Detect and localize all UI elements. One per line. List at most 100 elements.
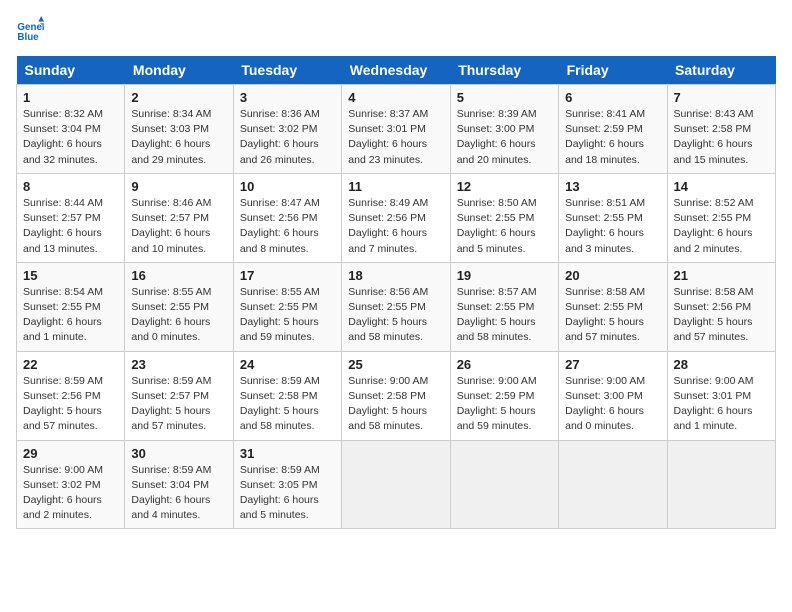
calendar-cell: 17 Sunrise: 8:55 AM Sunset: 2:55 PM Dayli… [233,262,341,351]
day-info: Sunrise: 8:56 AM Sunset: 2:55 PM Dayligh… [348,285,443,346]
page-header: General Blue [16,16,776,44]
day-number: 20 [565,268,660,283]
day-number: 29 [23,446,118,461]
day-number: 25 [348,357,443,372]
day-number: 6 [565,90,660,105]
day-info: Sunrise: 9:00 AM Sunset: 3:02 PM Dayligh… [23,463,118,524]
day-info: Sunrise: 8:43 AM Sunset: 2:58 PM Dayligh… [674,107,769,168]
week-row-1: 1Sunrise: 8:32 AM Sunset: 3:04 PM Daylig… [17,85,776,174]
calendar-cell: 7 Sunrise: 8:43 AM Sunset: 2:58 PM Daylig… [667,85,775,174]
day-number: 21 [674,268,769,283]
calendar-cell: 15 Sunrise: 8:54 AM Sunset: 2:55 PM Dayli… [17,262,125,351]
day-number: 22 [23,357,118,372]
weekday-header-friday: Friday [559,56,667,85]
day-info: Sunrise: 8:39 AM Sunset: 3:00 PM Dayligh… [457,107,552,168]
weekday-row: SundayMondayTuesdayWednesdayThursdayFrid… [17,56,776,85]
calendar-cell: 28 Sunrise: 9:00 AM Sunset: 3:01 PM Dayli… [667,351,775,440]
day-info: Sunrise: 9:00 AM Sunset: 3:00 PM Dayligh… [565,374,660,435]
calendar-cell: 5 Sunrise: 8:39 AM Sunset: 3:00 PM Daylig… [450,85,558,174]
day-info: Sunrise: 8:34 AM Sunset: 3:03 PM Dayligh… [131,107,226,168]
week-row-3: 15 Sunrise: 8:54 AM Sunset: 2:55 PM Dayli… [17,262,776,351]
day-number: 10 [240,179,335,194]
calendar-cell: 10Sunrise: 8:47 AM Sunset: 2:56 PM Dayli… [233,173,341,262]
calendar-cell: 26Sunrise: 9:00 AM Sunset: 2:59 PM Dayli… [450,351,558,440]
calendar-cell: 4 Sunrise: 8:37 AM Sunset: 3:01 PM Daylig… [342,85,450,174]
calendar-cell: 23Sunrise: 8:59 AM Sunset: 2:57 PM Dayli… [125,351,233,440]
week-row-5: 29 Sunrise: 9:00 AM Sunset: 3:02 PM Dayli… [17,440,776,529]
week-row-2: 8Sunrise: 8:44 AM Sunset: 2:57 PM Daylig… [17,173,776,262]
calendar-cell: 24 Sunrise: 8:59 AM Sunset: 2:58 PM Dayli… [233,351,341,440]
calendar-cell: 14 Sunrise: 8:52 AM Sunset: 2:55 PM Dayli… [667,173,775,262]
calendar-cell: 21 Sunrise: 8:58 AM Sunset: 2:56 PM Dayli… [667,262,775,351]
calendar-cell: 16 Sunrise: 8:55 AM Sunset: 2:55 PM Dayli… [125,262,233,351]
calendar-cell: 1Sunrise: 8:32 AM Sunset: 3:04 PM Daylig… [17,85,125,174]
day-number: 18 [348,268,443,283]
day-info: Sunrise: 8:46 AM Sunset: 2:57 PM Dayligh… [131,196,226,257]
day-info: Sunrise: 8:37 AM Sunset: 3:01 PM Dayligh… [348,107,443,168]
day-info: Sunrise: 8:50 AM Sunset: 2:55 PM Dayligh… [457,196,552,257]
logo: General Blue [16,16,48,44]
day-number: 24 [240,357,335,372]
weekday-header-monday: Monday [125,56,233,85]
day-number: 2 [131,90,226,105]
weekday-header-sunday: Sunday [17,56,125,85]
day-number: 27 [565,357,660,372]
day-info: Sunrise: 8:57 AM Sunset: 2:55 PM Dayligh… [457,285,552,346]
day-info: Sunrise: 8:54 AM Sunset: 2:55 PM Dayligh… [23,285,118,346]
day-info: Sunrise: 8:52 AM Sunset: 2:55 PM Dayligh… [674,196,769,257]
day-number: 3 [240,90,335,105]
calendar-cell: 22 Sunrise: 8:59 AM Sunset: 2:56 PM Dayli… [17,351,125,440]
day-number: 12 [457,179,552,194]
calendar-cell: 20 Sunrise: 8:58 AM Sunset: 2:55 PM Dayli… [559,262,667,351]
day-info: Sunrise: 8:59 AM Sunset: 2:56 PM Dayligh… [23,374,118,435]
calendar-cell [450,440,558,529]
calendar-cell: 13Sunrise: 8:51 AM Sunset: 2:55 PM Dayli… [559,173,667,262]
calendar-table: SundayMondayTuesdayWednesdayThursdayFrid… [16,56,776,529]
day-info: Sunrise: 8:59 AM Sunset: 2:57 PM Dayligh… [131,374,226,435]
day-number: 11 [348,179,443,194]
calendar-cell: 3Sunrise: 8:36 AM Sunset: 3:02 PM Daylig… [233,85,341,174]
day-number: 7 [674,90,769,105]
day-info: Sunrise: 8:58 AM Sunset: 2:56 PM Dayligh… [674,285,769,346]
calendar-cell: 11 Sunrise: 8:49 AM Sunset: 2:56 PM Dayli… [342,173,450,262]
calendar-cell: 12 Sunrise: 8:50 AM Sunset: 2:55 PM Dayli… [450,173,558,262]
day-info: Sunrise: 8:59 AM Sunset: 2:58 PM Dayligh… [240,374,335,435]
day-info: Sunrise: 8:55 AM Sunset: 2:55 PM Dayligh… [240,285,335,346]
logo-icon: General Blue [16,16,44,44]
calendar-cell: 27 Sunrise: 9:00 AM Sunset: 3:00 PM Dayli… [559,351,667,440]
calendar-header: SundayMondayTuesdayWednesdayThursdayFrid… [17,56,776,85]
day-number: 15 [23,268,118,283]
day-info: Sunrise: 8:55 AM Sunset: 2:55 PM Dayligh… [131,285,226,346]
calendar-cell: 8Sunrise: 8:44 AM Sunset: 2:57 PM Daylig… [17,173,125,262]
weekday-header-wednesday: Wednesday [342,56,450,85]
day-number: 16 [131,268,226,283]
day-number: 30 [131,446,226,461]
calendar-cell [559,440,667,529]
day-info: Sunrise: 8:49 AM Sunset: 2:56 PM Dayligh… [348,196,443,257]
day-number: 5 [457,90,552,105]
calendar-cell: 6 Sunrise: 8:41 AM Sunset: 2:59 PM Daylig… [559,85,667,174]
calendar-cell: 2 Sunrise: 8:34 AM Sunset: 3:03 PM Daylig… [125,85,233,174]
weekday-header-thursday: Thursday [450,56,558,85]
calendar-cell: 31Sunrise: 8:59 AM Sunset: 3:05 PM Dayli… [233,440,341,529]
calendar-cell: 19 Sunrise: 8:57 AM Sunset: 2:55 PM Dayli… [450,262,558,351]
day-info: Sunrise: 8:51 AM Sunset: 2:55 PM Dayligh… [565,196,660,257]
day-info: Sunrise: 8:41 AM Sunset: 2:59 PM Dayligh… [565,107,660,168]
day-info: Sunrise: 9:00 AM Sunset: 2:58 PM Dayligh… [348,374,443,435]
day-info: Sunrise: 8:58 AM Sunset: 2:55 PM Dayligh… [565,285,660,346]
day-number: 1 [23,90,118,105]
day-info: Sunrise: 9:00 AM Sunset: 3:01 PM Dayligh… [674,374,769,435]
day-number: 28 [674,357,769,372]
calendar-cell: 25 Sunrise: 9:00 AM Sunset: 2:58 PM Dayli… [342,351,450,440]
day-number: 26 [457,357,552,372]
day-number: 17 [240,268,335,283]
calendar-cell: 29 Sunrise: 9:00 AM Sunset: 3:02 PM Dayli… [17,440,125,529]
day-number: 19 [457,268,552,283]
day-info: Sunrise: 8:59 AM Sunset: 3:04 PM Dayligh… [131,463,226,524]
calendar-cell [667,440,775,529]
day-number: 14 [674,179,769,194]
day-info: Sunrise: 8:59 AM Sunset: 3:05 PM Dayligh… [240,463,335,524]
calendar-cell: 9Sunrise: 8:46 AM Sunset: 2:57 PM Daylig… [125,173,233,262]
calendar-cell [342,440,450,529]
day-number: 4 [348,90,443,105]
